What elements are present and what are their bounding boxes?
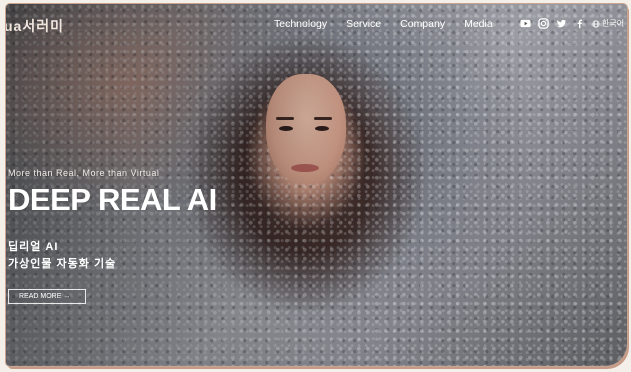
nav-item-technology[interactable]: Technology	[274, 18, 327, 30]
read-more-button[interactable]: READ MORE →	[8, 289, 86, 304]
nav-item-media[interactable]: Media	[464, 18, 493, 30]
globe-icon	[592, 19, 600, 28]
language-selector[interactable]: 한국어	[592, 18, 624, 29]
main-menu: Technology Service Company Media	[274, 18, 512, 30]
nav-item-service[interactable]: Service	[346, 18, 381, 30]
page-frame: ua서러미 Technology Service Company Media 한…	[6, 4, 627, 366]
top-nav: ua서러미 Technology Service Company Media 한…	[6, 16, 627, 36]
twitter-icon[interactable]	[556, 18, 567, 29]
hero-tagline: More than Real, More than Virtual	[8, 168, 160, 178]
hero-subline-1: 딥리얼 AI	[8, 241, 59, 253]
hero-headline: DEEP REAL AI	[8, 182, 217, 217]
hero-subline-2: 가상인물 자동화 기술	[8, 258, 117, 270]
social-links: 한국어	[520, 18, 624, 29]
facebook-icon[interactable]	[574, 18, 585, 29]
instagram-icon[interactable]	[538, 18, 549, 29]
youtube-icon[interactable]	[520, 18, 531, 29]
site-logo[interactable]: ua서러미	[6, 16, 64, 36]
nav-item-company[interactable]: Company	[400, 18, 445, 30]
language-label: 한국어	[602, 19, 625, 28]
